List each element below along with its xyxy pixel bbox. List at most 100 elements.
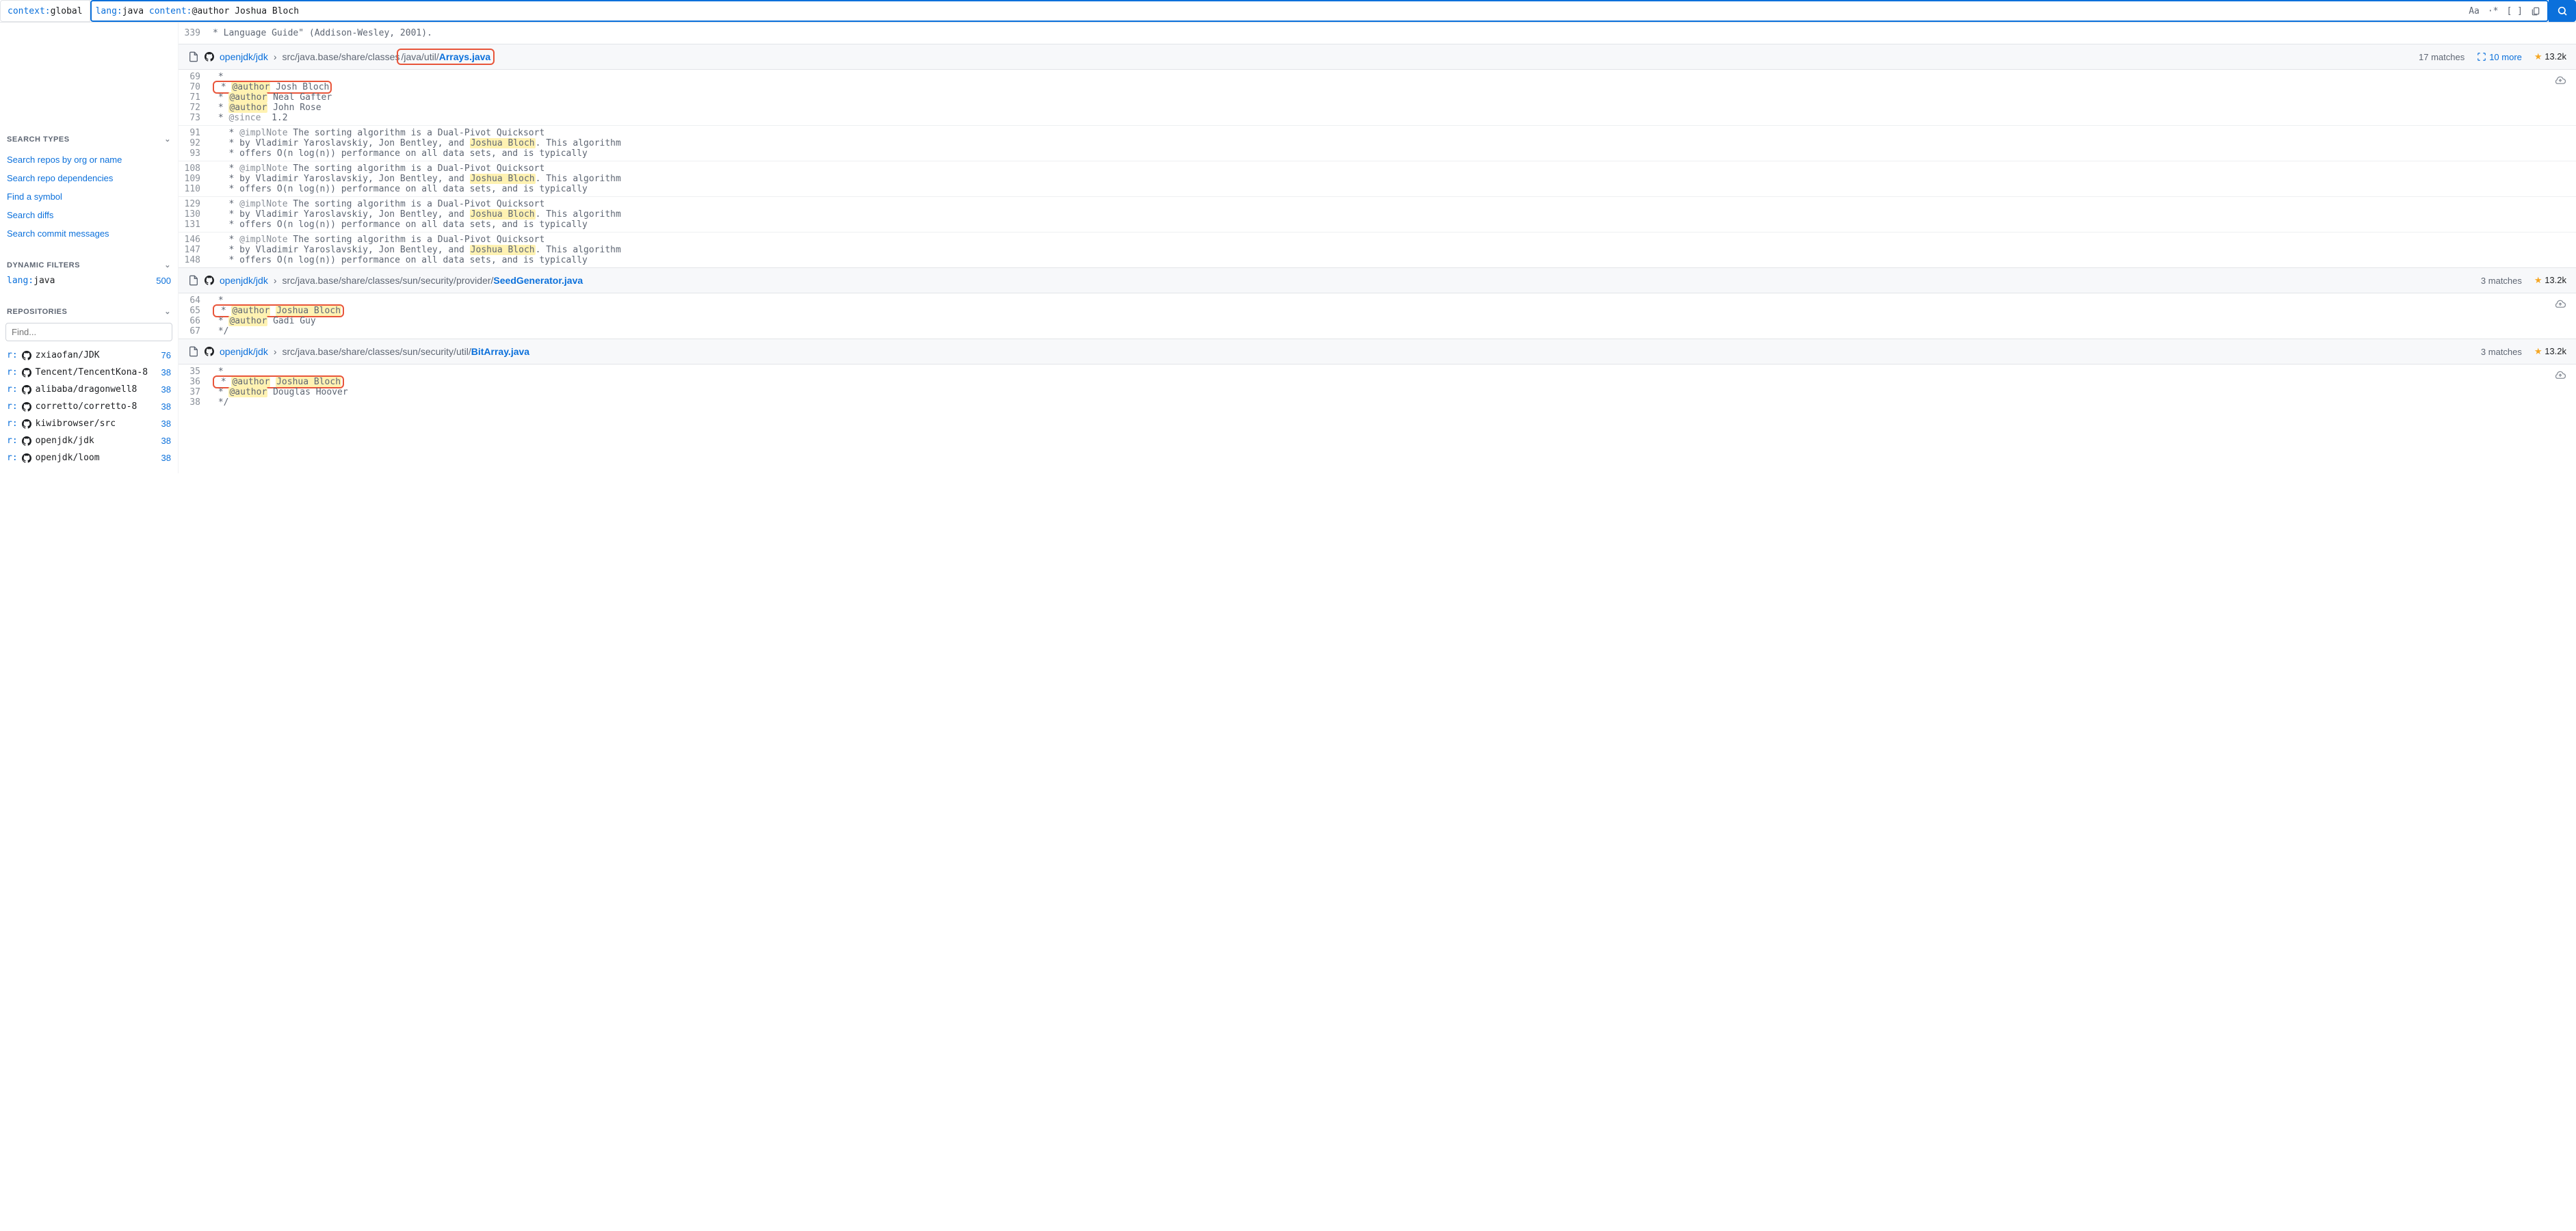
line-number: 66 [179, 316, 213, 326]
repositories-section: Repositories ⌄ r: zxiaofan/JDK76r: Tence… [5, 304, 172, 466]
filter-row[interactable]: lang:java500 [5, 272, 172, 289]
match-count: 3 matches [2481, 276, 2522, 286]
line-number: 37 [179, 387, 213, 397]
code-line[interactable]: 109 * by Vladimir Yaroslavskiy, Jon Bent… [179, 174, 2576, 184]
line-number: 38 [179, 397, 213, 408]
context-value: global [51, 6, 83, 16]
search-type-link[interactable]: Search repo dependencies [5, 169, 172, 187]
structural-toggle[interactable]: [ ] [2507, 6, 2523, 16]
code-hunk: 64 *65 * @author Joshua Bloch66 * @autho… [179, 293, 2576, 339]
open-in-editor-icon[interactable] [2554, 297, 2566, 310]
search-type-link[interactable]: Search commit messages [5, 224, 172, 243]
sidebar: Search Types ⌄ Search repos by org or na… [0, 23, 179, 473]
repo-row[interactable]: r: openjdk/loom38 [5, 449, 172, 466]
code-line[interactable]: 146 * @implNote The sorting algorithm is… [179, 235, 2576, 245]
code-line[interactable]: 92 * by Vladimir Yaroslavskiy, Jon Bentl… [179, 138, 2576, 148]
line-number: 108 [179, 163, 213, 174]
search-submit-button[interactable] [2549, 0, 2576, 22]
code-line[interactable]: 131 * offers O(n log(n)) performance on … [179, 220, 2576, 230]
code-line[interactable]: 36 * @author Joshua Bloch [179, 377, 2576, 387]
code-line[interactable]: 37 * @author Douglas Hoover [179, 387, 2576, 397]
line-number: 130 [179, 209, 213, 220]
repo-link[interactable]: openjdk/jdk [220, 275, 268, 286]
repo-row[interactable]: r: Tencent/TencentKona-838 [5, 364, 172, 381]
repo-link[interactable]: openjdk/jdk [220, 51, 268, 62]
code-hunk: 108 * @implNote The sorting algorithm is… [179, 161, 2576, 196]
dynamic-filters-header[interactable]: Dynamic Filters ⌄ [5, 258, 172, 272]
star-icon: ★ [2534, 51, 2542, 62]
code-line[interactable]: 69 * [179, 72, 2576, 82]
search-type-link[interactable]: Search diffs [5, 206, 172, 224]
code-line[interactable]: 38 */ [179, 397, 2576, 408]
open-in-editor-icon[interactable] [2554, 369, 2566, 381]
search-type-link[interactable]: Find a symbol [5, 187, 172, 206]
search-type-link[interactable]: Search repos by org or name [5, 150, 172, 169]
match-count: 3 matches [2481, 347, 2522, 357]
code-line[interactable]: 129 * @implNote The sorting algorithm is… [179, 199, 2576, 209]
line-number: 73 [179, 113, 213, 123]
context-selector[interactable]: context:global [0, 0, 90, 22]
chevron-down-icon: ⌄ [164, 135, 171, 144]
repo-row[interactable]: r: corretto/corretto-838 [5, 398, 172, 415]
line-number: 109 [179, 174, 213, 184]
results-panel: 339 * Language Guide" (Addison-Wesley, 2… [179, 23, 2576, 473]
chevron-down-icon: ⌄ [164, 261, 171, 269]
code-line[interactable]: 147 * by Vladimir Yaroslavskiy, Jon Bent… [179, 245, 2576, 255]
context-key: context: [8, 6, 51, 16]
file-path-link[interactable]: src/java.base/share/classes/java/util/Ar… [282, 51, 495, 62]
line-number: 36 [179, 377, 213, 387]
code-line[interactable]: 64 * [179, 295, 2576, 306]
repo-row[interactable]: r: openjdk/jdk38 [5, 432, 172, 449]
star-icon: ★ [2534, 346, 2542, 356]
file-icon [188, 346, 199, 357]
repo-row[interactable]: r: zxiaofan/JDK76 [5, 347, 172, 364]
clipboard-icon[interactable] [2531, 6, 2540, 16]
line-number: 35 [179, 367, 213, 377]
code-hunk: 91 * @implNote The sorting algorithm is … [179, 125, 2576, 161]
repo-row[interactable]: r: kiwibrowser/src38 [5, 415, 172, 432]
code-line[interactable]: 108 * @implNote The sorting algorithm is… [179, 163, 2576, 174]
line-number: 69 [179, 72, 213, 82]
case-sensitive-toggle[interactable]: Aa [2469, 6, 2480, 16]
code-line[interactable]: 72 * @author John Rose [179, 103, 2576, 113]
line-number: 148 [179, 255, 213, 265]
github-icon [205, 276, 214, 285]
file-path-link[interactable]: src/java.base/share/classes/sun/security… [282, 275, 583, 286]
search-bar: context:global lang:java content:@author… [0, 0, 2576, 23]
code-line[interactable]: 93 * offers O(n log(n)) performance on a… [179, 148, 2576, 159]
show-more-link[interactable]: 10 more [2477, 52, 2522, 62]
regex-toggle[interactable]: ·* [2488, 6, 2499, 16]
code-line[interactable]: 67 */ [179, 326, 2576, 336]
code-line[interactable]: 66 * @author Gadi Guy [179, 316, 2576, 326]
repo-row[interactable]: r: alibaba/dragonwell838 [5, 381, 172, 398]
result-header: openjdk/jdk › src/java.base/share/classe… [179, 268, 2576, 293]
github-icon [205, 347, 214, 356]
code-line[interactable]: 70 * @author Josh Bloch [179, 82, 2576, 92]
repositories-header[interactable]: Repositories ⌄ [5, 304, 172, 319]
repo-find-input[interactable] [5, 323, 172, 341]
code-line[interactable]: 91 * @implNote The sorting algorithm is … [179, 128, 2576, 138]
search-result: openjdk/jdk › src/java.base/share/classe… [179, 339, 2576, 410]
line-number: 65 [179, 306, 213, 316]
search-input[interactable]: lang:java content:@author Joshua Bloch A… [90, 0, 2549, 22]
line-number: 93 [179, 148, 213, 159]
code-line[interactable]: 35 * [179, 367, 2576, 377]
code-line[interactable]: 71 * @author Neal Gafter [179, 92, 2576, 103]
open-in-editor-icon[interactable] [2554, 74, 2566, 86]
repo-link[interactable]: openjdk/jdk [220, 346, 268, 357]
file-icon [188, 275, 199, 286]
line-number: 71 [179, 92, 213, 103]
code-line[interactable]: 130 * by Vladimir Yaroslavskiy, Jon Bent… [179, 209, 2576, 220]
code-line[interactable]: 65 * @author Joshua Bloch [179, 306, 2576, 316]
result-header: openjdk/jdk › src/java.base/share/classe… [179, 44, 2576, 70]
truncated-prev-line: 339 * Language Guide" (Addison-Wesley, 2… [179, 23, 2576, 44]
code-line[interactable]: 148 * offers O(n log(n)) performance on … [179, 255, 2576, 265]
line-number: 147 [179, 245, 213, 255]
code-line[interactable]: 110 * offers O(n log(n)) performance on … [179, 184, 2576, 194]
search-types-header[interactable]: Search Types ⌄ [5, 132, 172, 146]
file-path-link[interactable]: src/java.base/share/classes/sun/security… [282, 346, 530, 357]
code-line[interactable]: 73 * @since 1.2 [179, 113, 2576, 123]
file-icon [188, 51, 199, 62]
code-hunk: 69 *70 * @author Josh Bloch71 * @author … [179, 70, 2576, 125]
line-number: 131 [179, 220, 213, 230]
